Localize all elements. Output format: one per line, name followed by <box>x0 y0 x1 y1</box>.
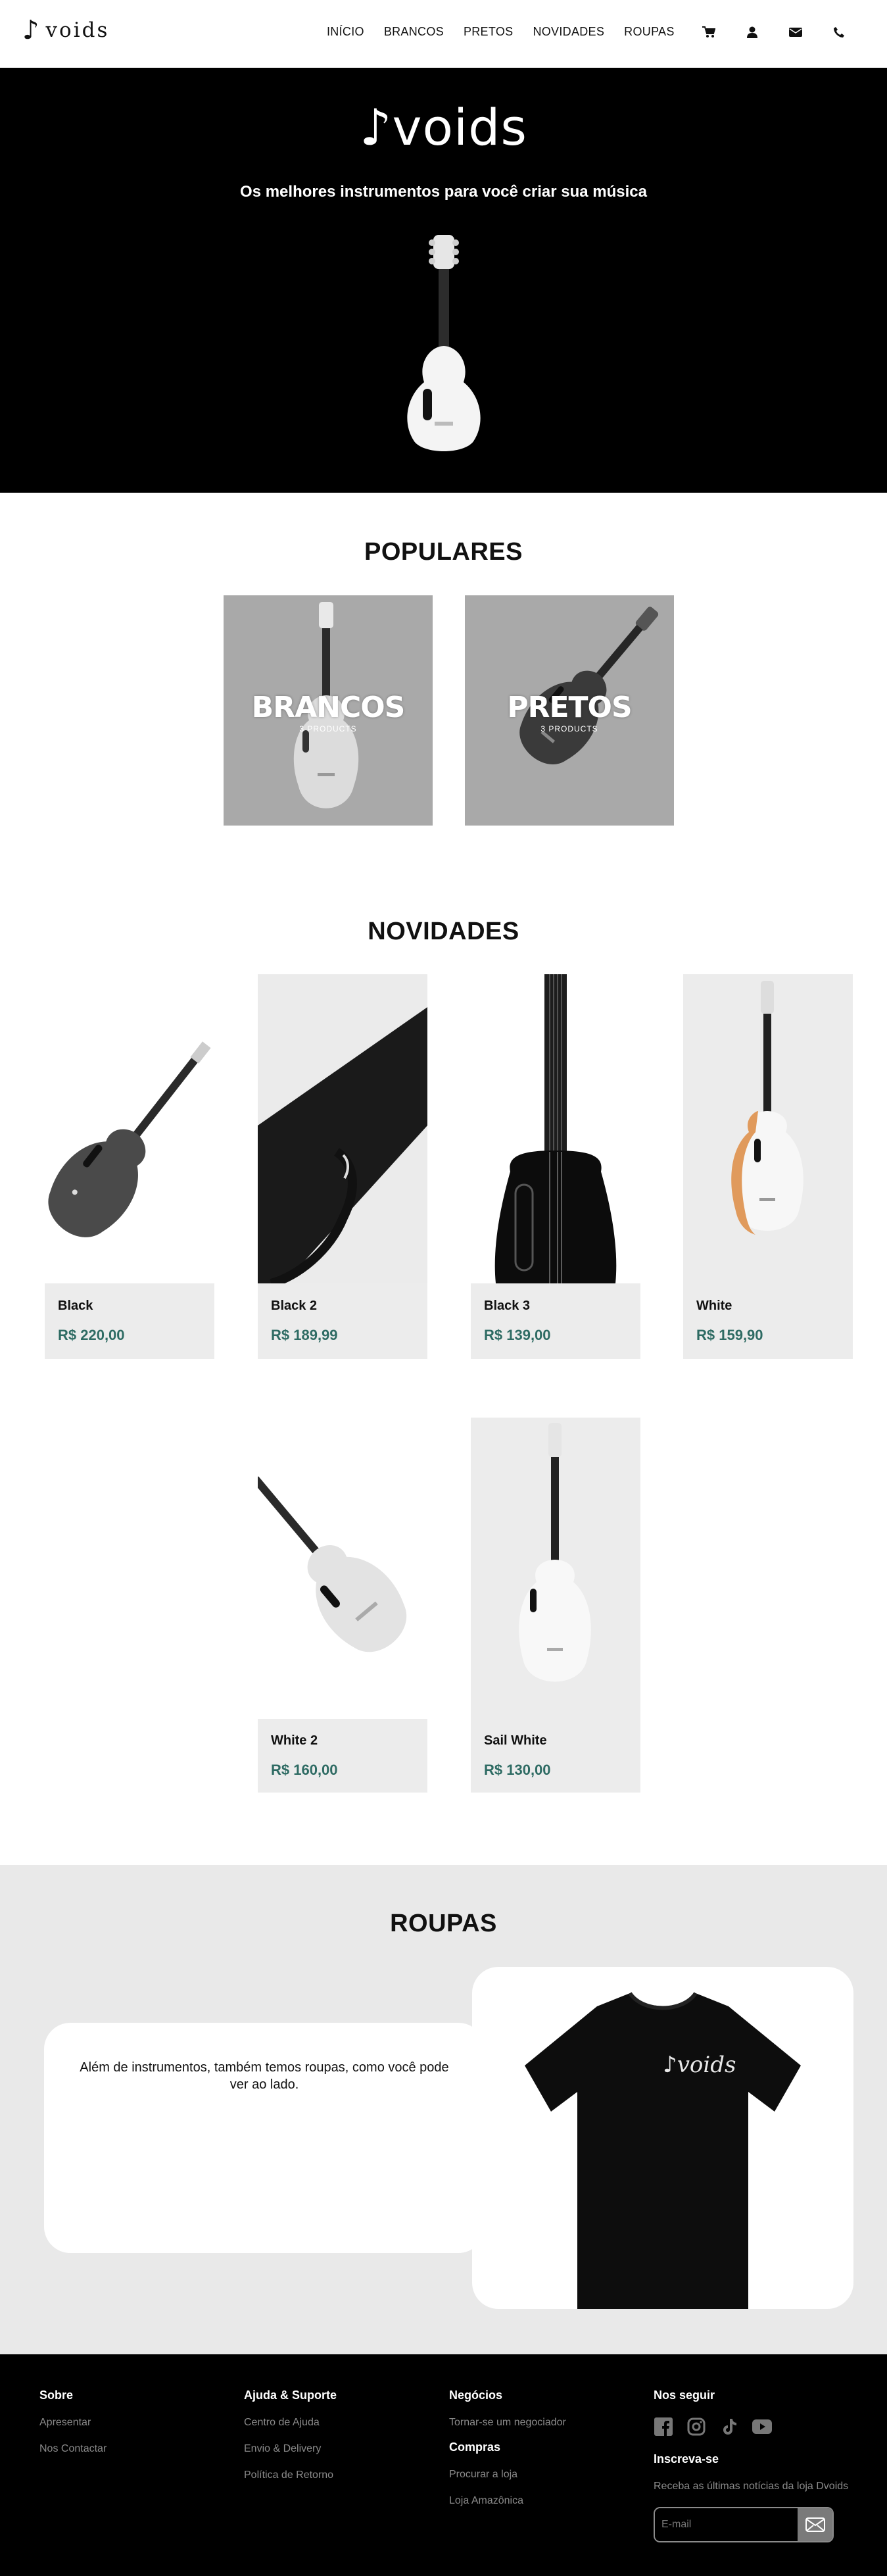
hero-logo: ♪voids <box>360 98 527 157</box>
product-price: R$ 130,00 <box>484 1762 551 1778</box>
footer-col-ajuda: Ajuda & Suporte Centro de Ajuda Envio & … <box>244 2389 337 2496</box>
phone-icon[interactable] <box>832 26 846 39</box>
product-name: White <box>696 1299 732 1313</box>
hero-guitar-image <box>407 235 481 451</box>
footer-heading: Ajuda & Suporte <box>244 2389 337 2402</box>
youtube-icon[interactable] <box>752 2417 772 2437</box>
product-name: Black <box>58 1299 93 1313</box>
white-guitar-image <box>519 1423 591 1682</box>
footer-link-retorno[interactable]: Política de Retorno <box>244 2469 337 2481</box>
dark-guitar-closeup-image <box>258 1007 427 1283</box>
brand-logo[interactable]: ♪ voids <box>22 17 109 43</box>
hero-banner: ♪voids Os melhores instrumentos para voc… <box>0 68 887 493</box>
footer-heading: Compras <box>449 2440 501 2454</box>
collection-count: 3 PRODUCTS <box>540 724 598 733</box>
roupas-title: ROUPAS <box>390 1910 497 1937</box>
footer-link-centro-ajuda[interactable]: Centro de Ajuda <box>244 2417 337 2429</box>
white-guitar-image <box>731 981 803 1235</box>
black-tshirt-image: ♪voids <box>525 1992 801 2309</box>
roupas-description: Além de instrumentos, também temos roupa… <box>80 2060 449 2092</box>
product-name: Sail White <box>484 1733 547 1748</box>
footer-link-contactar[interactable]: Nos Contactar <box>39 2443 107 2455</box>
shirt-logo: ♪voids <box>663 2052 736 2078</box>
newsletter-text: Receba as últimas notícias da loja Dvoid… <box>654 2481 849 2492</box>
envelope-icon[interactable] <box>788 26 802 39</box>
novidades-title: NOVIDADES <box>368 918 519 945</box>
top-navbar: ♪ voids INÍCIO BRANCOS PRETOS NOVIDADES … <box>0 0 887 68</box>
footer-heading: Nos seguir <box>654 2389 715 2402</box>
nav-link-roupas[interactable]: ROUPAS <box>624 25 674 39</box>
collection-label: BRANCOS <box>251 691 406 724</box>
product-card-black[interactable]: Black R$ 220,00 <box>45 974 214 1359</box>
collection-card-brancos[interactable]: BRANCOS 3 PRODUCTS <box>224 595 433 826</box>
white-guitar-angled-image <box>258 1476 407 1652</box>
product-price: R$ 139,00 <box>484 1327 551 1343</box>
product-card-white[interactable]: White R$ 159,90 <box>683 974 853 1359</box>
footer-col-negocios: Negócios Tornar-se um negociador Compras… <box>449 2389 566 2521</box>
instagram-icon[interactable] <box>686 2417 706 2437</box>
product-price: R$ 189,99 <box>271 1327 338 1343</box>
product-name: Black 3 <box>484 1299 531 1313</box>
envelope-icon <box>805 2517 825 2532</box>
nav-link-brancos[interactable]: BRANCOS <box>384 25 444 39</box>
product-image <box>45 974 214 1283</box>
product-price: R$ 220,00 <box>58 1327 125 1343</box>
collection-label: PRETOS <box>507 691 632 724</box>
footer-link-envio[interactable]: Envio & Delivery <box>244 2443 337 2455</box>
product-image <box>258 974 427 1283</box>
product-image <box>258 1418 427 1719</box>
nav-link-novidades[interactable]: NOVIDADES <box>533 25 604 39</box>
footer-heading: Sobre <box>39 2389 74 2402</box>
black-guitar-body-image <box>494 974 617 1283</box>
nav-link-pretos[interactable]: PRETOS <box>464 25 514 39</box>
product-card-black-2[interactable]: Black 2 R$ 189,99 <box>258 974 427 1359</box>
product-name: White 2 <box>271 1733 318 1748</box>
populares-title: POPULARES <box>364 538 523 566</box>
product-image <box>471 1418 640 1719</box>
collection-card-pretos[interactable]: PRETOS 3 PRODUCTS <box>465 595 674 826</box>
subscribe-button[interactable] <box>798 2508 832 2541</box>
email-input[interactable] <box>655 2508 798 2541</box>
hero-tagline: Os melhores instrumentos para você criar… <box>240 183 647 201</box>
footer-link-negociador[interactable]: Tornar-se um negociador <box>449 2417 566 2429</box>
footer-heading: Negócios <box>449 2389 503 2402</box>
tiktok-icon[interactable] <box>719 2417 739 2437</box>
product-card-white-2[interactable]: White 2 R$ 160,00 <box>258 1418 427 1793</box>
footer-link-apresentar[interactable]: Apresentar <box>39 2417 107 2429</box>
tshirt-image[interactable]: ♪voids <box>472 1967 853 2309</box>
main-menu: INÍCIO BRANCOS PRETOS NOVIDADES ROUPAS <box>327 25 846 39</box>
collection-count: 3 PRODUCTS <box>299 724 357 733</box>
footer-col-seguir: Nos seguir Inscreva-se Receba as últimas… <box>654 2389 848 2542</box>
product-card-sail-white[interactable]: Sail White R$ 130,00 <box>471 1418 640 1793</box>
facebook-icon[interactable] <box>654 2417 673 2437</box>
roupas-text-card: Além de instrumentos, também temos roupa… <box>44 2023 485 2253</box>
product-card-black-3[interactable]: Black 3 R$ 139,00 <box>471 974 640 1359</box>
brand-name: voids <box>45 18 110 42</box>
dark-guitar-image <box>48 1041 211 1237</box>
product-price: R$ 159,90 <box>696 1327 763 1343</box>
nav-link-inicio[interactable]: INÍCIO <box>327 25 364 39</box>
footer: Sobre Apresentar Nos Contactar Ajuda & S… <box>0 2354 887 2576</box>
social-links <box>654 2417 848 2437</box>
roupas-section: ROUPAS Além de instrumentos, também temo… <box>0 1865 887 2354</box>
cart-icon[interactable] <box>702 26 715 39</box>
footer-link-procurar-loja[interactable]: Procurar a loja <box>449 2469 566 2481</box>
footer-heading: Inscreva-se <box>654 2452 719 2465</box>
product-image <box>471 974 640 1283</box>
footer-link-loja-amazonica[interactable]: Loja Amazônica <box>449 2495 566 2507</box>
product-price: R$ 160,00 <box>271 1762 338 1778</box>
product-image <box>683 974 853 1283</box>
product-name: Black 2 <box>271 1299 318 1313</box>
newsletter-form <box>654 2507 834 2542</box>
user-icon[interactable] <box>746 26 759 39</box>
music-note-icon: ♪ <box>22 15 39 45</box>
footer-col-sobre: Sobre Apresentar Nos Contactar <box>39 2389 107 2469</box>
